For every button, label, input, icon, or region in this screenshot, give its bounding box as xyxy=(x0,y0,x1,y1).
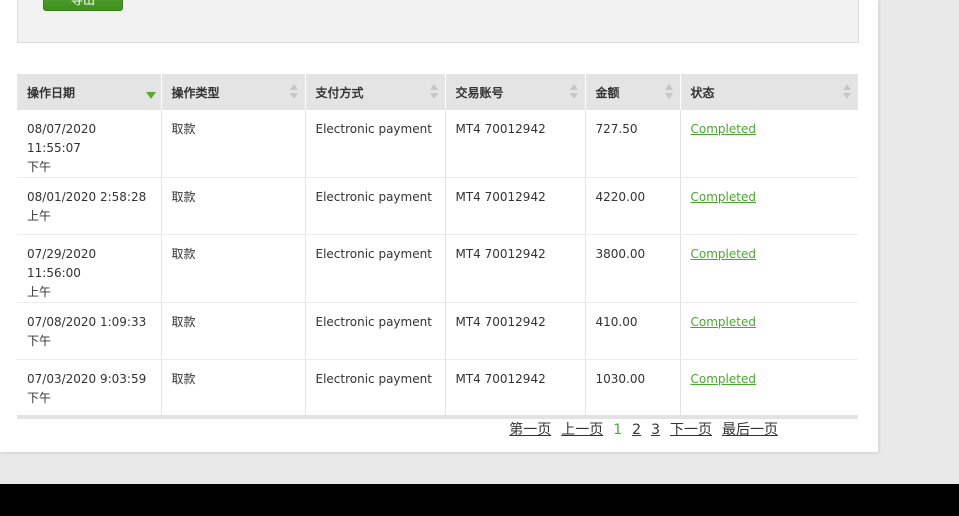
transactions-table: 操作日期 操作类型 支付方式 交易账号 金额 状态 08/07/2020 11:… xyxy=(17,74,858,419)
cell-account: MT4 70012942 xyxy=(444,302,585,360)
pagination: 第一页 上一页 1 2 3 下一页 最后一页 xyxy=(509,419,778,439)
cell-account: MT4 70012942 xyxy=(444,234,585,303)
cell-status: Completed xyxy=(679,177,858,235)
triangle-down-icon xyxy=(145,92,156,99)
cell-amount: 727.50 xyxy=(584,110,680,178)
cell-account: MT4 70012942 xyxy=(444,110,585,178)
table-row: 07/08/2020 1:09:33 下午 取款 Electronic payme… xyxy=(17,302,858,360)
col-header-label: 状态 xyxy=(690,85,715,100)
sort-arrows-icon xyxy=(569,84,578,100)
status-link[interactable]: Completed xyxy=(691,247,756,261)
col-header-label: 金额 xyxy=(595,85,620,100)
sort-arrows-icon xyxy=(843,84,851,100)
cell-amount: 410.00 xyxy=(584,302,680,360)
table-row: 07/03/2020 9:03:59 下午 取款 Electronic payme… xyxy=(17,359,858,419)
cell-type: 取款 xyxy=(160,302,305,360)
cell-date: 07/03/2020 9:03:59 下午 xyxy=(17,359,161,419)
cell-date: 07/08/2020 1:09:33 下午 xyxy=(17,302,161,360)
col-header-status[interactable]: 状态 xyxy=(679,74,858,110)
pager-current-page: 1 xyxy=(613,422,623,438)
cell-method: Electronic payment xyxy=(304,302,445,360)
status-link[interactable]: Completed xyxy=(691,372,756,386)
cell-amount: 4220.00 xyxy=(584,177,680,235)
cell-account: MT4 70012942 xyxy=(444,359,585,419)
col-header-label: 操作日期 xyxy=(27,85,76,100)
col-header-label: 交易账号 xyxy=(455,85,504,100)
export-button[interactable]: 导出 xyxy=(43,0,123,11)
pager-last-link[interactable]: 最后一页 xyxy=(722,419,778,439)
pager-first-link[interactable]: 第一页 xyxy=(509,419,551,439)
col-header-label: 支付方式 xyxy=(315,85,364,100)
col-header-account[interactable]: 交易账号 xyxy=(444,74,585,110)
cell-type: 取款 xyxy=(160,234,305,303)
col-header-type[interactable]: 操作类型 xyxy=(160,74,305,110)
pager-page-link[interactable]: 2 xyxy=(632,422,641,438)
table-row: 08/01/2020 2:58:28 上午 取款 Electronic payme… xyxy=(17,177,858,235)
status-link[interactable]: Completed xyxy=(691,190,756,204)
col-header-label: 操作类型 xyxy=(171,85,220,100)
table-header-row: 操作日期 操作类型 支付方式 交易账号 金额 状态 xyxy=(17,74,858,110)
pager-page-link[interactable]: 3 xyxy=(651,422,660,438)
col-header-amount[interactable]: 金额 xyxy=(584,74,680,110)
cell-status: Completed xyxy=(679,110,858,178)
cell-status: Completed xyxy=(679,359,858,419)
cell-date: 08/01/2020 2:58:28 上午 xyxy=(17,177,161,235)
status-link[interactable]: Completed xyxy=(691,122,756,136)
table-row: 08/07/2020 11:55:07 下午 取款 Electronic paym… xyxy=(17,110,858,178)
cell-date: 08/07/2020 11:55:07 下午 xyxy=(17,110,161,178)
col-header-date[interactable]: 操作日期 xyxy=(17,74,161,110)
cell-amount: 1030.00 xyxy=(584,359,680,419)
sort-arrows-icon xyxy=(289,84,298,100)
cell-status: Completed xyxy=(679,234,858,303)
col-header-method[interactable]: 支付方式 xyxy=(304,74,445,110)
cell-account: MT4 70012942 xyxy=(444,177,585,235)
table-row: 07/29/2020 11:56:00 上午 取款 Electronic paym… xyxy=(17,234,858,303)
sort-arrows-icon xyxy=(429,84,438,100)
cell-date: 07/29/2020 11:56:00 上午 xyxy=(17,234,161,303)
status-link[interactable]: Completed xyxy=(691,315,756,329)
filter-box: 导出 xyxy=(17,0,859,43)
taskbar xyxy=(0,484,959,516)
pager-prev-link[interactable]: 上一页 xyxy=(561,419,603,439)
content-panel: 导出 操作日期 操作类型 支付方式 交易账号 金额 状态 08/07/2020 … xyxy=(0,0,878,452)
cell-status: Completed xyxy=(679,302,858,360)
pager-next-link[interactable]: 下一页 xyxy=(670,419,712,439)
cell-method: Electronic payment xyxy=(304,234,445,303)
cell-type: 取款 xyxy=(160,359,305,419)
cell-method: Electronic payment xyxy=(304,177,445,235)
cell-method: Electronic payment xyxy=(304,359,445,419)
cell-method: Electronic payment xyxy=(304,110,445,178)
sort-arrows-icon xyxy=(664,84,673,100)
cell-type: 取款 xyxy=(160,177,305,235)
cell-amount: 3800.00 xyxy=(584,234,680,303)
cell-type: 取款 xyxy=(160,110,305,178)
